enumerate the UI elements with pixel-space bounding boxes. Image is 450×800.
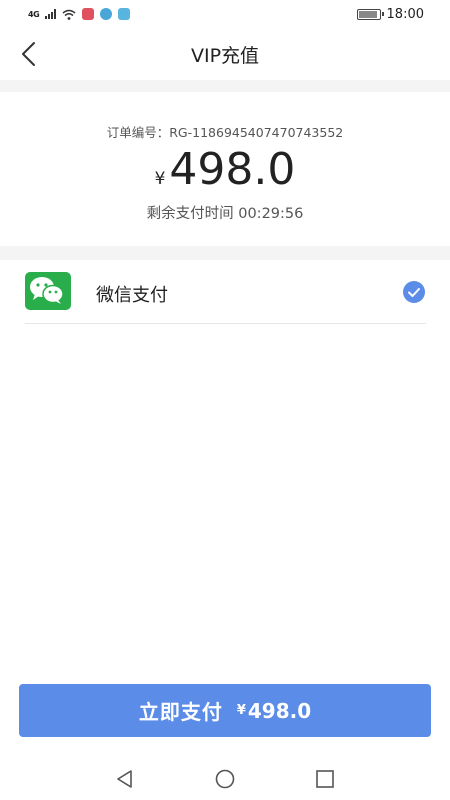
payment-option-label: 微信支付 bbox=[96, 285, 168, 306]
mail-app-icon bbox=[82, 8, 95, 20]
circle-home-icon[interactable] bbox=[214, 768, 236, 790]
wechat-icon bbox=[25, 272, 71, 310]
currency-symbol: ¥ bbox=[154, 169, 166, 189]
order-number: 订单编号：RG-1186945407470743552 bbox=[106, 125, 344, 140]
nav-bar: VIP充值 bbox=[0, 28, 450, 80]
battery-icon bbox=[356, 8, 384, 20]
order-summary: 订单编号：RG-1186945407470743552 ¥ 498.0 剩余支付… bbox=[0, 92, 450, 246]
back-button[interactable] bbox=[12, 38, 44, 70]
square-recent-icon[interactable] bbox=[314, 768, 336, 790]
pay-button-currency: ¥ bbox=[236, 703, 246, 718]
pay-now-button[interactable]: 立即支付 ¥ 498.0 bbox=[19, 684, 431, 737]
amount-display: ¥ 498.0 bbox=[0, 144, 450, 195]
network-type: 4G bbox=[28, 9, 40, 19]
pay-button-amount: 498.0 bbox=[247, 698, 312, 723]
status-icons-left: 4G bbox=[28, 8, 131, 20]
amount-value: 498.0 bbox=[169, 144, 296, 195]
signal-icon bbox=[45, 9, 57, 19]
triangle-back-icon[interactable] bbox=[114, 768, 136, 790]
section-divider bbox=[0, 246, 450, 260]
chevron-left-icon bbox=[22, 42, 35, 66]
pay-button-label: 立即支付 bbox=[138, 700, 223, 724]
payment-option-wechat[interactable]: 微信支付 bbox=[0, 260, 450, 324]
check-circle-icon[interactable] bbox=[403, 281, 425, 303]
wifi-icon bbox=[62, 9, 76, 20]
page-title: VIP充值 bbox=[190, 44, 260, 67]
bird-app-icon bbox=[118, 8, 131, 20]
status-time: 18:00 bbox=[386, 6, 424, 22]
assistant-app-icon bbox=[100, 8, 113, 20]
system-nav-bar bbox=[0, 754, 450, 800]
status-bar: 4G 18:00 bbox=[0, 0, 450, 28]
status-icons-right: 18:00 bbox=[356, 6, 424, 22]
payment-countdown: 剩余支付时间 00:29:56 bbox=[146, 206, 304, 222]
section-divider bbox=[0, 80, 450, 92]
divider bbox=[25, 323, 426, 324]
